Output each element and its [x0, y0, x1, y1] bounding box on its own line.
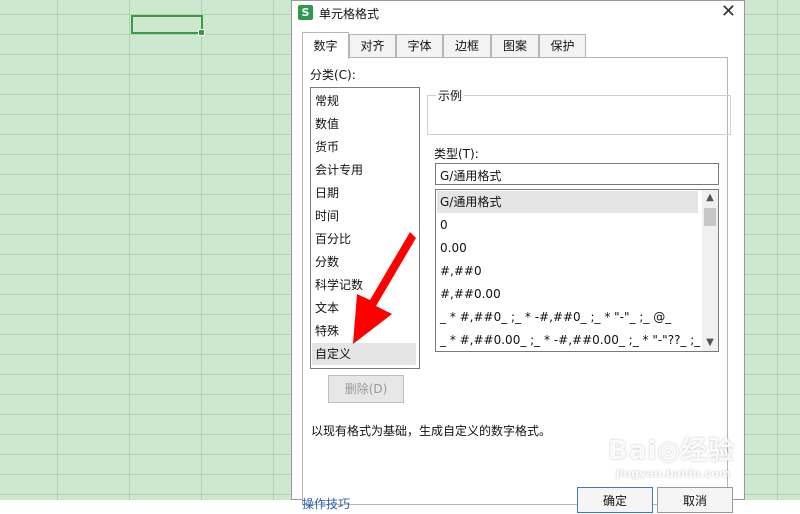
cancel-button[interactable]: 取消: [657, 487, 733, 513]
category-item[interactable]: 时间: [315, 205, 415, 227]
tips-link[interactable]: 操作技巧: [302, 495, 350, 512]
type-input[interactable]: G/通用格式: [435, 163, 719, 185]
format-item[interactable]: 0.00: [440, 237, 467, 259]
category-item[interactable]: 数值: [315, 113, 415, 135]
scroll-up-icon[interactable]: ▲: [702, 190, 718, 206]
format-list[interactable]: G/通用格式 0 0.00 #,##0 #,##0.00 _ * #,##0_ …: [435, 189, 719, 352]
category-list[interactable]: 常规 数值 货币 会计专用 日期 时间 百分比 分数 科学记数 文本 特殊 自定…: [310, 87, 420, 369]
tab-number[interactable]: 数字: [302, 32, 349, 59]
format-item[interactable]: #,##0.00: [440, 283, 501, 305]
category-item[interactable]: 常规: [315, 90, 415, 112]
format-scrollbar[interactable]: ▲ ▼: [702, 190, 718, 351]
category-item[interactable]: 分数: [315, 251, 415, 273]
format-item[interactable]: _ * #,##0.00_ ;_ * -#,##0.00_ ;_ * "-"??…: [440, 329, 718, 351]
format-cells-dialog: S 单元格格式 ✕ 数字 对齐 字体 边框 图案 保护 分类(C): 常规 数值…: [291, 0, 745, 513]
scroll-down-icon[interactable]: ▼: [702, 335, 718, 351]
watermark-logo: Bai◎经验: [608, 436, 735, 466]
baidu-watermark: Bai◎经验 jingyan.baidu.com: [608, 430, 735, 480]
tab-alignment[interactable]: 对齐: [349, 34, 396, 57]
format-description: 以现有格式为基础，生成自定义的数字格式。: [311, 424, 552, 438]
category-item[interactable]: 会计专用: [315, 159, 415, 181]
type-label: 类型(T):: [434, 147, 479, 161]
sample-label: 示例: [436, 87, 465, 104]
tab-border[interactable]: 边框: [443, 34, 491, 57]
tab-font[interactable]: 字体: [396, 34, 443, 57]
format-item[interactable]: #,##0: [440, 260, 482, 282]
category-item[interactable]: 文本: [315, 297, 415, 319]
category-item[interactable]: 日期: [315, 182, 415, 204]
scroll-thumb[interactable]: [704, 208, 716, 226]
selected-cell[interactable]: [131, 15, 205, 36]
sample-box: 示例: [427, 87, 731, 135]
category-label: 分类(C):: [310, 68, 356, 82]
tab-protection[interactable]: 保护: [539, 34, 586, 57]
format-item[interactable]: 0: [440, 214, 448, 236]
watermark-url: jingyan.baidu.com: [616, 467, 731, 480]
category-item[interactable]: 百分比: [315, 228, 415, 250]
dialog-titlebar[interactable]: S 单元格格式 ✕: [292, 1, 744, 25]
format-item[interactable]: _ * #,##0_ ;_ * -#,##0_ ;_ * "-"_ ;_ @_: [440, 306, 671, 328]
close-icon[interactable]: ✕: [721, 1, 736, 22]
app-icon: S: [298, 5, 313, 20]
category-item[interactable]: 货币: [315, 136, 415, 158]
ok-button[interactable]: 确定: [577, 487, 653, 513]
category-item[interactable]: 特殊: [315, 320, 415, 342]
category-item-selected[interactable]: 自定义: [312, 343, 416, 365]
tab-pattern[interactable]: 图案: [491, 34, 539, 57]
delete-button[interactable]: 删除(D): [328, 375, 404, 403]
dialog-title: 单元格格式: [319, 7, 380, 21]
format-item-selected[interactable]: G/通用格式: [437, 191, 698, 213]
category-item[interactable]: 科学记数: [315, 274, 415, 296]
